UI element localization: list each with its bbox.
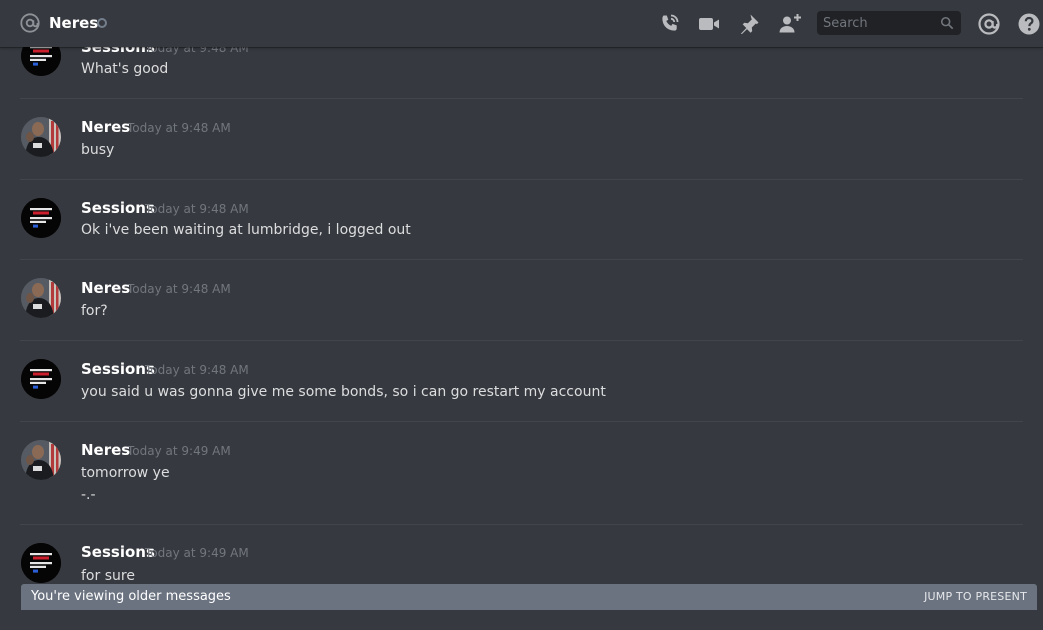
message-divider (20, 259, 1023, 260)
message-divider (20, 98, 1023, 99)
message-author[interactable]: Sessions (81, 542, 155, 562)
older-messages-bar: You're viewing older messages JUMP TO PR… (21, 584, 1037, 610)
add-friend-icon (779, 14, 801, 33)
status-indicator (97, 18, 107, 28)
message-text: -.- (81, 487, 96, 503)
message-divider (20, 340, 1023, 341)
neres-avatar[interactable] (21, 278, 61, 318)
message-text: What's good (81, 61, 169, 77)
message-timestamp: Today at 9:48 AM (145, 47, 249, 55)
message-author[interactable]: Neres (81, 278, 130, 298)
message-text: you said u was gonna give me some bonds,… (81, 384, 606, 400)
message-timestamp: Today at 9:48 AM (127, 282, 231, 296)
pinned-messages-button[interactable] (737, 12, 761, 36)
search-input[interactable] (817, 11, 935, 35)
sessions-avatar[interactable] (21, 543, 61, 583)
message-author[interactable]: Neres (81, 440, 130, 460)
message-divider (20, 524, 1023, 525)
message-timestamp: Today at 9:48 AM (145, 363, 249, 377)
message-list[interactable]: Sessions Today at 9:48 AM What's good Ne… (0, 47, 1043, 630)
video-icon (699, 18, 719, 30)
help-icon (1018, 13, 1040, 35)
message-divider (20, 421, 1023, 422)
channel-name: Neres (49, 14, 99, 32)
add-friend-to-dm-button[interactable] (778, 12, 802, 36)
search-icon (940, 16, 954, 30)
message-text: Ok i've been waiting at lumbridge, i log… (81, 222, 411, 238)
sessions-avatar[interactable] (21, 47, 61, 76)
message-author[interactable]: Sessions (81, 47, 155, 57)
mentions-button[interactable] (977, 12, 1001, 36)
message-author[interactable]: Sessions (81, 359, 155, 379)
help-button[interactable] (1017, 12, 1041, 36)
pin-icon (740, 14, 759, 34)
older-messages-text: You're viewing older messages (31, 589, 231, 604)
sessions-avatar[interactable] (21, 198, 61, 238)
dm-chat-window: Neres Search Sessions Today at 9:48 AM W… (0, 0, 1043, 630)
message-text: busy (81, 142, 115, 158)
neres-avatar[interactable] (21, 117, 61, 157)
sessions-avatar[interactable] (21, 359, 61, 399)
message-author[interactable]: Neres (81, 117, 130, 137)
message-timestamp: Today at 9:49 AM (127, 444, 231, 458)
search-bar[interactable] (817, 11, 961, 35)
video-call-button[interactable] (697, 12, 721, 36)
channel-header: Neres (0, 0, 1043, 47)
message-divider (20, 179, 1023, 180)
message-timestamp: Today at 9:48 AM (127, 121, 231, 135)
at-icon (19, 12, 41, 34)
call-button[interactable] (657, 12, 681, 36)
jump-to-present-button[interactable]: JUMP TO PRESENT (924, 589, 1027, 605)
message-text: for? (81, 303, 108, 319)
message-author[interactable]: Sessions (81, 198, 155, 218)
neres-avatar[interactable] (21, 440, 61, 480)
call-icon (662, 14, 679, 31)
message-timestamp: Today at 9:49 AM (145, 546, 249, 560)
message-timestamp: Today at 9:48 AM (145, 202, 249, 216)
message-text: tomorrow ye (81, 465, 170, 481)
mentions-icon (978, 13, 1000, 35)
